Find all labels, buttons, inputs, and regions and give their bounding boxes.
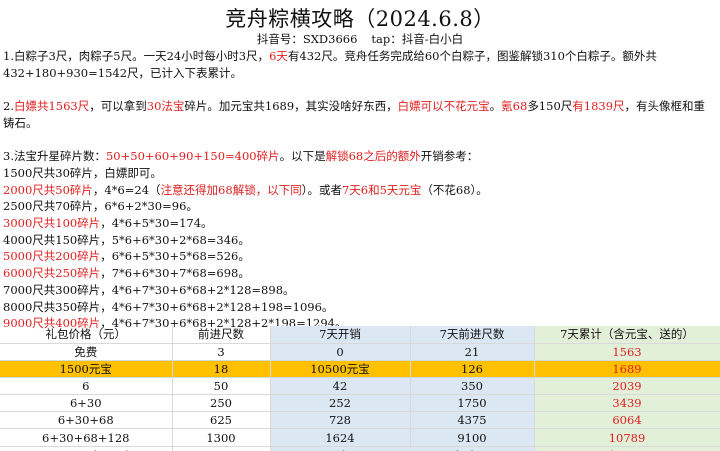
header-7day-total: 7天累计（含元宝、送的） (534, 326, 720, 344)
paragraph-3: 3.法宝升星碎片数：50+50+60+90+150=400碎片。以下是解锁68之… (3, 148, 717, 165)
cell-7day-cost: 252 (270, 394, 411, 413)
line-8: 7000尺共300碎片，4*6+7*30+6*68+2*128=898。 (3, 282, 295, 297)
paragraph-1: 1.白粽子3尺，肉粽子5尺。一天24小时每小时3尺，6天有432尺。竞舟任务完成… (3, 48, 717, 81)
cell-steps: 625 (172, 411, 271, 430)
header-price: 礼包价格（元） (0, 326, 173, 344)
p2-red-5: 有1839尺 (572, 99, 625, 114)
line-1: 1500尺共30碎片，白嫖即可。 (3, 165, 162, 180)
p2-text-3: 碎片。加元宝共1689，其实没啥好东西， (184, 99, 398, 114)
cell-price: 免费 (0, 343, 173, 361)
cell-steps: 50 (172, 377, 271, 396)
page-title: 竞舟粽横攻略（2024.6.8） (225, 7, 495, 31)
p2-red: 白嫖共1563尺 (13, 99, 90, 114)
cell-7day-total: 2039 (534, 377, 720, 396)
table-row: 6+30+68+128 1300 1624 9100 10789 (0, 428, 720, 447)
p2-text-5: 多150尺 (527, 99, 573, 114)
cell-price: 6+30+68+128 (0, 428, 173, 447)
cell-price: 6 (0, 377, 173, 396)
cell-7day-total: 3439 (534, 394, 720, 413)
p3-red-2: 解锁68之后的额外 (325, 149, 421, 164)
cell-steps: 3 (172, 343, 271, 361)
guide-text: 1.白粽子3尺，肉粽子5尺。一天24小时每小时3尺，6天有432尺。竞舟任务完成… (3, 48, 717, 332)
line-2: 2000尺共50碎片，4*6=24（注意还得加68解锁，以下同）。或者7天6和5… (3, 182, 488, 197)
cell-7day-total: 17789 (534, 446, 720, 451)
tap-id: tap：抖音-白小白 (371, 32, 464, 46)
p1-red: 6天 (269, 49, 288, 63)
line-9: 8000尺共350碎片，4*6+7*30+6*68+2*128+198=1096… (3, 299, 334, 314)
line-3: 2500尺共70碎片，6*6+2*30=96。 (3, 199, 198, 214)
table-row: 6+30 250 252 1750 3439 (0, 394, 720, 413)
line-4: 3000尺共100碎片，4*6+5*30=174。 (3, 216, 213, 230)
cell-7day-steps: 126 (410, 360, 535, 378)
cell-steps: 18 (172, 360, 271, 378)
cell-7day-cost: 42 (270, 377, 411, 396)
cell-7day-cost: 3010 (270, 446, 411, 451)
p3-text: 3.法宝升星碎片数： (3, 149, 106, 164)
cell-7day-cost: 10500元宝 (270, 360, 411, 378)
subtitle: 抖音号：SXD3666 tap：抖音-白小白 (0, 32, 720, 46)
douyin-id: 抖音号：SXD3666 (256, 32, 358, 46)
header-steps: 前进尺数 (172, 326, 271, 344)
table-row: 6+30+68 625 728 4375 6064 (0, 411, 720, 430)
header-7day-cost: 7天开销 (270, 326, 411, 344)
cell-steps: 1300 (172, 428, 271, 447)
cell-7day-steps: 1750 (410, 394, 535, 413)
line-5: 4000尺共150碎片，5*6+6*30+2*68=346。 (3, 232, 250, 247)
cell-7day-cost: 1624 (270, 428, 411, 447)
header-7day-steps: 7天前进尺数 (410, 326, 535, 344)
cell-7day-cost: 728 (270, 411, 411, 430)
p2-red-2: 30法宝 (146, 99, 185, 114)
summary-table: 礼包价格（元） 前进尺数 7天开销 7天前进尺数 7天累计（含元宝、送的） 免费… (0, 326, 720, 451)
table-row: 6+30+68+128+198230030101610017789 (0, 446, 720, 451)
cell-7day-total: 6064 (534, 411, 720, 430)
cell-7day-steps: 4375 (410, 411, 535, 430)
p2-red-4: 氪68 (501, 99, 528, 114)
p2-text-6: ，有头像框和重 (624, 99, 706, 114)
p3-text-3: 开销参考： (420, 149, 479, 164)
p3-text-2: 。以下是 (279, 149, 326, 164)
p2-text-4: 。 (489, 99, 502, 114)
cell-price: 1500元宝 (0, 360, 173, 378)
p1-text-2: 有432尺。竞舟任务完成给60个白粽子，图鉴解锁310个白粽子。额外共 (287, 49, 657, 63)
cell-7day-total: 10789 (534, 428, 720, 447)
table-row: 1500元宝 18 10500元宝 126 1689 (0, 360, 720, 378)
cell-7day-cost: 0 (270, 343, 411, 361)
table-row: 免费 3 0 21 1563 (0, 343, 720, 361)
cell-7day-steps: 9100 (410, 428, 535, 447)
cell-7day-steps: 16100 (410, 446, 535, 451)
cell-7day-steps: 21 (410, 343, 535, 361)
line-7: 6000尺共250碎片，7*6+6*30+7*68=698。 (3, 266, 250, 281)
p2-red-3: 白嫖可以不花元宝 (397, 99, 490, 114)
p2-text: 2. (3, 99, 14, 114)
paragraph-2: 2.白嫖共1563尺，可以拿到30法宝碎片。加元宝共1689，其实没啥好东西，白… (3, 98, 717, 131)
cell-7day-total: 1689 (534, 360, 720, 378)
p2-text-2: ，可以拿到 (89, 99, 147, 114)
cell-price: 6+30+68+128+198 (0, 446, 173, 451)
cell-steps: 250 (172, 394, 271, 413)
cell-price: 6+30 (0, 394, 173, 413)
table-header-row: 礼包价格（元） 前进尺数 7天开销 7天前进尺数 7天累计（含元宝、送的） (0, 326, 720, 344)
cell-7day-total: 1563 (534, 343, 720, 361)
p1-text: 1.白粽子3尺，肉粽子5尺。一天24小时每小时3尺， (3, 49, 270, 63)
p3-red: 50+50+60+90+150=400碎片 (105, 149, 280, 164)
line-6: 5000尺共200碎片，6*6+5*30+5*68=526。 (3, 249, 250, 264)
p1-text-3: 432+180+930=1542尺，已计入下表累计。 (3, 65, 243, 80)
p2-text-7: 铸石。 (3, 115, 38, 130)
cell-7day-steps: 350 (410, 377, 535, 396)
table-row: 6 50 42 350 2039 (0, 377, 720, 396)
cell-steps: 2300 (172, 446, 271, 451)
cell-price: 6+30+68 (0, 411, 173, 430)
